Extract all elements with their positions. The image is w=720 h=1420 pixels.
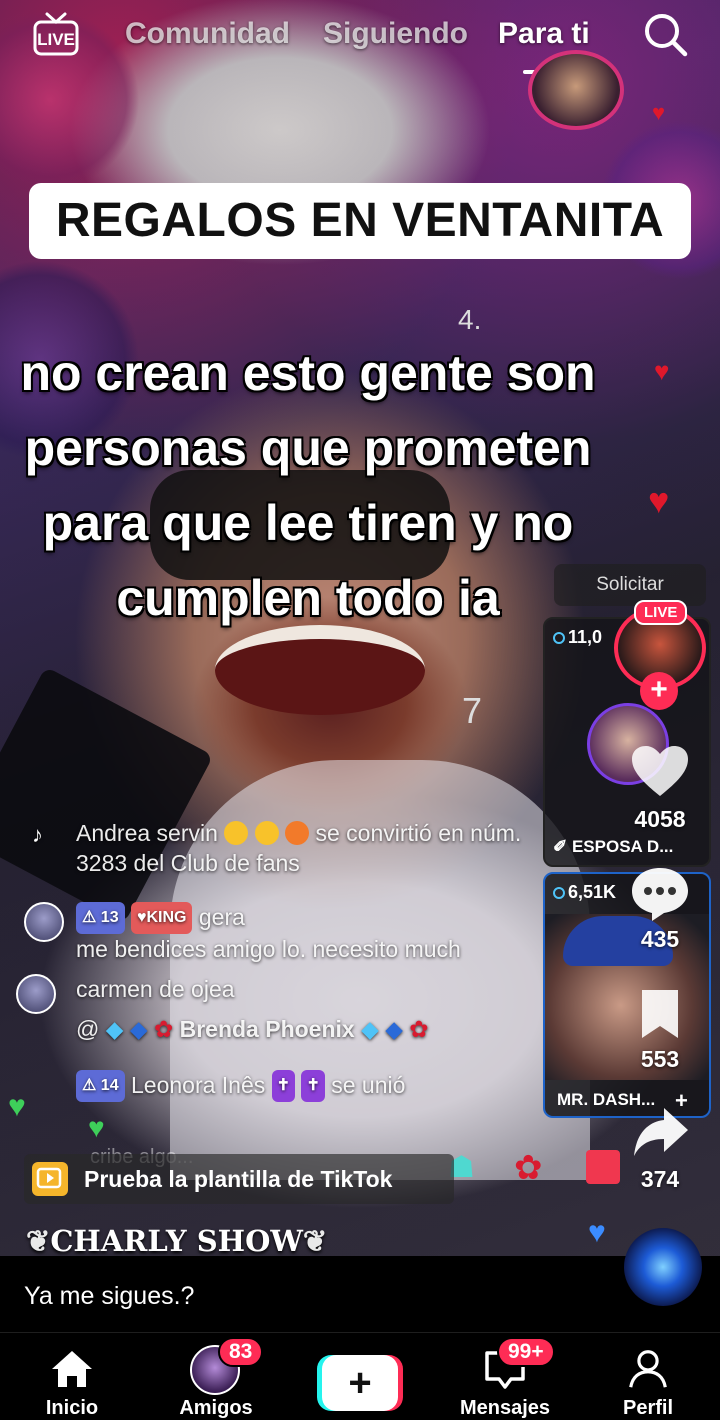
create-button[interactable]: +: [317, 1355, 403, 1411]
nav-label: Mensajes: [459, 1397, 551, 1419]
comment-fan-club: ♪ Andrea servin se convirtió en núm. 328…: [20, 818, 550, 878]
comment-bubble-icon[interactable]: [630, 866, 690, 922]
profile-icon: [629, 1350, 667, 1388]
post-description[interactable]: Ya me sigues.?: [24, 1282, 194, 1311]
music-disc-icon[interactable]: [624, 1228, 702, 1306]
nav-inicio[interactable]: Inicio: [12, 1333, 132, 1420]
bottom-navigation: Inicio 83 Amigos + 99+ Mensajes Perfil: [0, 1332, 720, 1420]
smile-emoji-icon: [224, 821, 249, 845]
comment-user: Leonora Inês: [130, 1072, 266, 1098]
live-badge: LIVE: [634, 600, 688, 625]
tab-comunidad[interactable]: Comunidad: [125, 17, 290, 51]
comment-leonora: ⚠ 14 Leonora Inês ✝ ✝ se unió: [20, 1070, 550, 1102]
hat-emoji-icon: ◆: [385, 1016, 403, 1042]
cross-badge-icon: ✝: [301, 1070, 325, 1102]
plus-icon: +: [348, 1361, 372, 1405]
mention-symbol: @: [76, 1016, 100, 1042]
wink-emoji-icon: [254, 821, 279, 845]
home-icon: [52, 1351, 92, 1387]
viewer-icon: [553, 887, 565, 899]
share-count: 374: [640, 1166, 680, 1192]
live-label: LIVE: [37, 30, 75, 49]
follow-button[interactable]: +: [640, 672, 678, 710]
nav-amigos[interactable]: 83 Amigos: [156, 1333, 276, 1420]
viewer-icon: [553, 632, 565, 644]
king-badge: ♥KING: [130, 902, 193, 934]
rose-emoji-icon: ✿: [153, 1016, 174, 1042]
rose-emoji-icon: ✿: [409, 1016, 429, 1042]
heart-icon: ♥: [652, 100, 666, 125]
video-caption: no crean esto gente son personas que pro…: [20, 345, 596, 626]
ranking-number: 4.: [458, 304, 482, 335]
comment-user: Brenda Phoenix: [179, 1016, 355, 1042]
heart-icon: ♥: [8, 1090, 26, 1123]
comment-text: me bendices amigo lo. necesito much: [76, 936, 461, 962]
heart-eyes-emoji-icon: [285, 821, 310, 845]
notification-badge: 99+: [497, 1337, 555, 1367]
like-count: 4058: [634, 806, 686, 832]
heart-icon: ♥: [88, 1112, 105, 1143]
comment-carmen: carmen de ojea: [20, 974, 550, 1004]
comment-brenda: @ ◆ ◆ ✿ Brenda Phoenix ◆ ◆ ✿: [20, 1014, 550, 1044]
comment-text: se unió: [331, 1072, 406, 1098]
whale-emoji-icon: ◆: [105, 1016, 124, 1042]
comment-count: 435: [640, 926, 680, 952]
level-badge: ⚠ 14: [76, 1070, 125, 1102]
template-promo-text: Prueba la plantilla de TikTok: [84, 1166, 393, 1192]
save-count: 553: [640, 1046, 680, 1072]
card-streamer-name: ✐ ESPOSA D...: [553, 837, 674, 856]
nav-label: Amigos: [179, 1397, 253, 1419]
heart-like-icon[interactable]: [630, 744, 690, 798]
tab-siguiendo[interactable]: Siguiendo: [323, 17, 468, 51]
template-promo-bar[interactable]: Prueba la plantilla de TikTok: [24, 1154, 454, 1204]
overlay-banner: REGALOS EN VENTANITA: [29, 183, 691, 259]
search-icon[interactable]: [641, 10, 689, 58]
ranking-number: 7: [462, 690, 483, 731]
wing-icon: ❦: [26, 1224, 51, 1258]
viewer-count: 6,51K: [553, 882, 616, 903]
heart-icon: ♥: [648, 480, 670, 521]
viewer-count: 11,0: [553, 627, 602, 648]
whale-emoji-icon: ◆: [361, 1016, 379, 1042]
post-username[interactable]: ❦CHARLY SHOW❦: [26, 1224, 327, 1258]
comment-user: carmen de ojea: [76, 976, 235, 1002]
tab-para-ti[interactable]: Para ti: [498, 17, 590, 51]
template-icon: [32, 1162, 68, 1196]
comment-user: Andrea servin: [76, 820, 218, 846]
share-arrow-icon[interactable]: [632, 1106, 690, 1158]
wing-icon: ❦: [302, 1224, 328, 1258]
nav-mensajes[interactable]: 99+ Mensajes: [445, 1333, 565, 1420]
cross-badge-icon: ✝: [271, 1070, 296, 1102]
bookmark-icon[interactable]: [638, 988, 682, 1040]
hat-emoji-icon: ◆: [129, 1016, 148, 1042]
comment-gera: ⚠ 13 ♥KING gera me bendices amigo lo. ne…: [20, 902, 550, 964]
request-join-button[interactable]: Solicitar: [554, 564, 706, 606]
nav-label: Inicio: [45, 1397, 99, 1419]
nav-perfil[interactable]: Perfil: [588, 1333, 708, 1420]
notification-badge: 83: [218, 1337, 264, 1367]
live-tv-icon[interactable]: LIVE: [33, 12, 79, 56]
mouth-shape: [215, 625, 425, 715]
comment-user: gera: [198, 904, 245, 930]
top-navigation: LIVE Comunidad Siguiendo Para ti: [0, 0, 720, 74]
nav-label: Perfil: [622, 1397, 674, 1419]
tiktok-note-icon: ♪: [32, 822, 43, 847]
heart-icon: ♥: [654, 356, 670, 386]
moderator-avatar: [528, 50, 624, 130]
heart-icon: ♥: [588, 1216, 606, 1249]
gift-box-icon[interactable]: [586, 1150, 620, 1184]
level-badge: ⚠ 13: [76, 902, 125, 934]
rose-gift-icon[interactable]: ✿: [514, 1148, 543, 1188]
